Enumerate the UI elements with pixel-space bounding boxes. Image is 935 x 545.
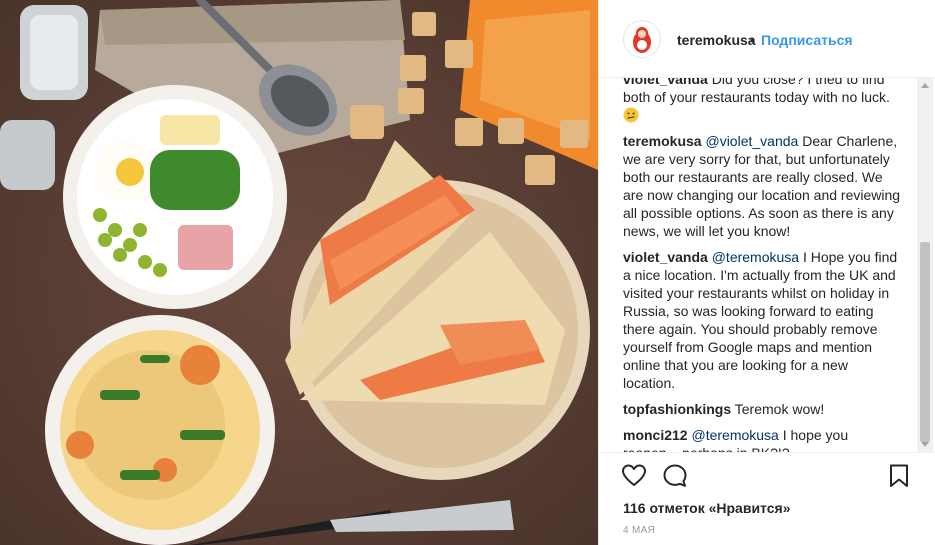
scrollbar-thumb[interactable] (920, 242, 930, 442)
likes-count[interactable]: 116 отметок «Нравится» (623, 500, 790, 516)
separator-dot: • (750, 32, 755, 48)
comment-text: I Hope you find a nice location. I'm act… (623, 249, 898, 391)
comment-mention[interactable]: @teremokusa (712, 249, 799, 265)
bookmark-icon[interactable] (886, 463, 912, 489)
avatar[interactable] (623, 20, 661, 58)
follow-button[interactable]: Подписаться (761, 32, 853, 48)
matryoshka-logo-icon (633, 27, 651, 53)
post-photo[interactable] (0, 0, 598, 545)
comment-mention[interactable]: @violet_vanda (705, 133, 798, 149)
post-date[interactable]: 4 МАЯ (623, 525, 655, 536)
comments-list[interactable]: violet_vanda Did you close? I tried to f… (599, 78, 935, 452)
comments-scrollbar[interactable] (917, 78, 933, 452)
comment: topfashionkings Teremok wow! (623, 400, 903, 418)
comment: teremokusa @violet_vanda Dear Charlene, … (623, 132, 903, 240)
comment-mention[interactable]: @teremokusa (691, 427, 778, 443)
post-side-panel: teremokusa • Подписаться violet_vanda Di… (598, 0, 935, 545)
heart-icon[interactable] (621, 463, 647, 489)
comment: violet_vanda Did you close? I tried to f… (623, 78, 903, 124)
comment-text: Teremok wow! (734, 401, 825, 417)
comment-username[interactable]: violet_vanda (623, 78, 708, 87)
post-header: teremokusa • Подписаться (599, 0, 935, 78)
comment-username[interactable]: monci212 (623, 427, 688, 443)
comment: monci212 @teremokusa I hope you reopen..… (623, 426, 903, 452)
comment-bubble-icon[interactable] (662, 463, 688, 489)
comment: violet_vanda @teremokusa I Hope you find… (623, 248, 903, 392)
confused-face-emoji-icon (623, 107, 639, 123)
post-author-username[interactable]: teremokusa (677, 32, 756, 48)
comment-username[interactable]: teremokusa (623, 133, 702, 149)
scroll-down-arrow-icon[interactable] (921, 442, 929, 447)
comment-username[interactable]: topfashionkings (623, 401, 731, 417)
salt-shaker (0, 120, 55, 190)
scroll-up-arrow-icon[interactable] (921, 83, 929, 88)
food-photo-illustration (0, 0, 598, 545)
post-actions: 116 отметок «Нравится» 4 МАЯ (599, 452, 935, 545)
comment-username[interactable]: violet_vanda (623, 249, 708, 265)
